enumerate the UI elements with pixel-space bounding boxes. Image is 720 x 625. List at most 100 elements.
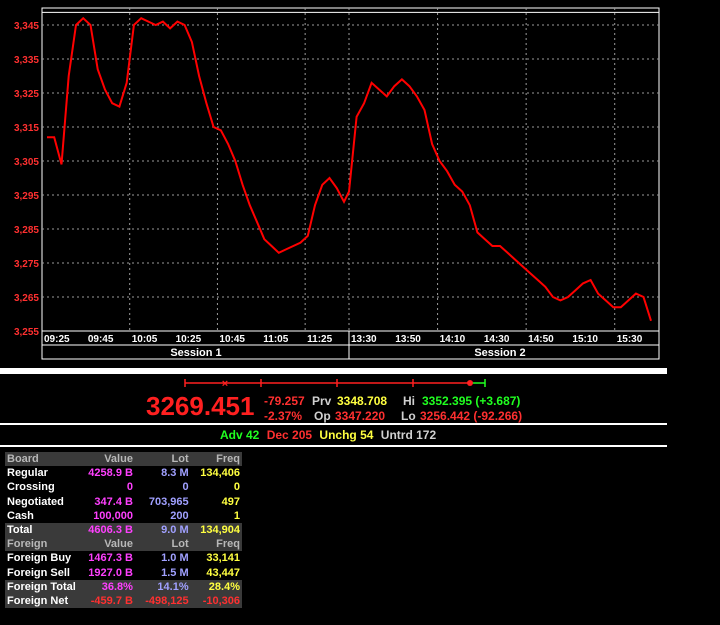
row-label: Total <box>5 522 78 538</box>
row-label: Foreign Total <box>5 579 78 594</box>
header-lot: Lot <box>134 537 191 552</box>
row-lot: 9.0 M <box>134 522 191 538</box>
x-tick-label: 13:50 <box>395 334 421 345</box>
separator-mid <box>0 423 667 425</box>
row-label: Foreign Net <box>5 593 78 609</box>
op-value: 3347.220 <box>335 409 386 423</box>
header-foreign: Foreign <box>5 537 78 552</box>
prv-value: 3348.708 <box>337 394 388 408</box>
unchanged-count: Unchg 54 <box>319 428 374 442</box>
row-label: Negotiated <box>7 495 64 508</box>
x-tick-label: 15:10 <box>572 334 598 345</box>
row-value: 4258.9 B <box>88 467 133 480</box>
header-value: Value <box>77 537 135 552</box>
y-tick-label: 3,265 <box>14 293 39 304</box>
row-value: 1927.0 B <box>88 566 133 579</box>
index-last-value: 3269.451 <box>146 391 255 421</box>
row-lot: 8.3 M <box>161 467 189 480</box>
row-freq: 134,904 <box>190 522 242 538</box>
row-label: Cash <box>7 509 34 522</box>
advance-count: Adv 42 <box>220 428 260 442</box>
index-chart: 3,345 3,335 3,325 3,315 3,305 3,295 3,285 3,275… <box>0 0 720 368</box>
lo-value: 3256.442 (-92.266) <box>420 409 523 423</box>
header-board: Board <box>5 452 78 467</box>
row-value: -459.7 B <box>77 593 135 609</box>
row-value: 4606.3 B <box>77 522 135 538</box>
row-freq: -10,306 <box>190 593 242 609</box>
op-label: Op <box>314 409 331 423</box>
row-label: Foreign Buy <box>7 552 72 565</box>
row-label: Foreign Sell <box>7 566 70 579</box>
hi-label: Hi <box>403 394 415 408</box>
decline-count: Dec 205 <box>266 428 313 442</box>
row-value: 0 <box>126 481 133 494</box>
x-tick-label: 09:25 <box>44 334 70 345</box>
row-value: 347.4 B <box>94 495 133 508</box>
y-tick-label: 3,315 <box>14 123 39 134</box>
y-tick-label: 3,335 <box>14 55 39 66</box>
row-freq: 28.4% <box>190 579 242 594</box>
y-tick-label: 3,295 <box>14 191 39 202</box>
untraded-count: Untrd 172 <box>380 428 437 442</box>
x-tick-label: 10:05 <box>132 334 158 345</box>
row-lot: 1.0 M <box>161 552 189 565</box>
header-lot: Lot <box>134 452 191 467</box>
table-row: Negotiated 347.4 B 703,965 497 <box>5 495 242 509</box>
y-tick-label: 3,325 <box>14 89 39 100</box>
index-change-pct: -2.37% <box>264 409 303 423</box>
row-lot: 1.5 M <box>161 566 189 579</box>
table-row: Cash 100,000 200 1 <box>5 509 242 523</box>
row-lot: 200 <box>170 509 189 522</box>
x-tick-label: 10:45 <box>219 334 245 345</box>
row-value: 100,000 <box>93 509 133 522</box>
row-label: Regular <box>7 467 48 480</box>
row-lot: -498,125 <box>134 593 191 609</box>
prv-label: Prv <box>312 394 332 408</box>
x-tick-label: 14:10 <box>440 334 466 345</box>
x-tick-label: 15:30 <box>617 334 643 345</box>
y-tick-label: 3,345 <box>14 21 39 32</box>
table-row: Crossing 0 0 0 <box>5 480 242 494</box>
row-value: 36.8% <box>77 579 135 594</box>
row-freq: 0 <box>233 481 240 494</box>
foreign-total-row: Foreign Total 36.8% 14.1% 28.4% <box>5 579 242 594</box>
row-freq: 134,406 <box>200 467 240 480</box>
header-freq: Freq <box>190 537 242 552</box>
range-bar: × <box>184 378 486 389</box>
current-marker-icon: × <box>222 378 228 389</box>
session-2-label: Session 2 <box>474 347 525 359</box>
index-change: -79.257 <box>264 394 305 408</box>
row-lot: 14.1% <box>134 579 191 594</box>
row-value: 1467.3 B <box>88 552 133 565</box>
x-tick-label: 09:45 <box>88 334 114 345</box>
row-freq: 43,447 <box>206 566 240 579</box>
row-freq: 33,141 <box>206 552 240 565</box>
row-freq: 1 <box>233 509 240 522</box>
separator-bottom <box>0 445 667 447</box>
hi-value: 3352.395 (+3.687) <box>422 394 521 408</box>
table-row: Foreign Sell 1927.0 B 1.5 M 43,447 <box>5 566 242 580</box>
y-tick-label: 3,305 <box>14 157 39 168</box>
foreign-header-row: Foreign Value Lot Freq <box>5 537 242 552</box>
foreign-net-row: Foreign Net -459.7 B -498,125 -10,306 <box>5 593 242 609</box>
table-row: Regular 4258.9 B 8.3 M 134,406 <box>5 466 242 480</box>
y-tick-label: 3,285 <box>14 225 39 236</box>
market-breadth: Adv 42 Dec 205 Unchg 54 Untrd 172 <box>220 428 440 442</box>
total-row: Total 4606.3 B 9.0 M 134,904 <box>5 522 242 538</box>
board-summary-table: Board Value Lot Freq Regular 4258.9 B 8.… <box>5 452 242 609</box>
x-tick-label: 13:30 <box>351 334 377 345</box>
row-freq: 497 <box>221 495 240 508</box>
x-tick-label: 11:25 <box>307 334 332 345</box>
table-row: Foreign Buy 1467.3 B 1.0 M 33,141 <box>5 551 242 565</box>
header-value: Value <box>77 452 135 467</box>
x-tick-label: 14:50 <box>528 334 554 345</box>
row-lot: 703,965 <box>148 495 189 508</box>
x-tick-label: 10:25 <box>176 334 202 345</box>
x-tick-label: 11:05 <box>263 334 288 345</box>
row-lot: 0 <box>182 481 189 494</box>
row-label: Crossing <box>7 481 55 494</box>
separator-top <box>0 368 667 374</box>
y-tick-label: 3,275 <box>14 259 39 270</box>
lo-label: Lo <box>401 409 416 423</box>
x-tick-label: 14:30 <box>484 334 510 345</box>
